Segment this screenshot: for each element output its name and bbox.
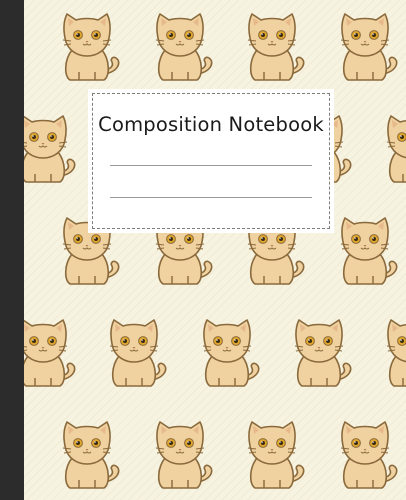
cat-icon <box>237 4 309 86</box>
notebook-cover: Composition Notebook <box>0 0 406 500</box>
cat-pattern <box>0 0 406 500</box>
cat-icon <box>99 310 171 392</box>
notebook-title: Composition Notebook <box>98 113 324 136</box>
cat-icon <box>330 4 402 86</box>
cat-icon <box>376 106 406 188</box>
cat-icon <box>330 208 402 290</box>
cat-icon <box>192 310 264 392</box>
notebook-spine <box>0 0 24 500</box>
cat-icon <box>52 4 124 86</box>
title-label: Composition Notebook <box>88 89 334 233</box>
cat-icon <box>330 412 402 494</box>
cat-icon <box>145 412 217 494</box>
label-writing-line <box>110 197 312 198</box>
cat-icon <box>376 310 406 392</box>
cat-icon <box>145 4 217 86</box>
cat-icon <box>237 412 309 494</box>
cat-icon <box>52 412 124 494</box>
label-writing-line <box>110 165 312 166</box>
cat-icon <box>284 310 356 392</box>
